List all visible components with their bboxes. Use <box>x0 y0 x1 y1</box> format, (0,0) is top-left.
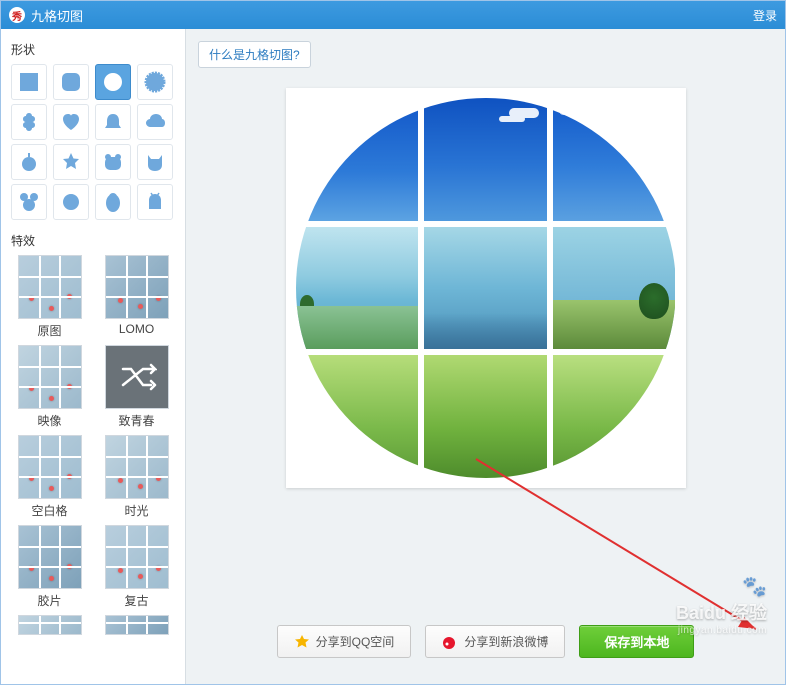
tile-2 <box>424 98 547 221</box>
effect-lomo[interactable]: LOMO <box>98 255 175 339</box>
shuffle-icon <box>117 357 157 397</box>
shape-cat[interactable] <box>137 144 173 180</box>
shape-mickey[interactable] <box>11 184 47 220</box>
tile-6 <box>553 227 676 350</box>
main-area: 什么是九格切图? <box>186 29 785 684</box>
titlebar: 秀 九格切图 登录 <box>1 1 785 29</box>
body: 形状 特效 <box>1 29 785 684</box>
shape-apple[interactable] <box>11 144 47 180</box>
preview-canvas[interactable] <box>286 88 686 488</box>
shape-bell[interactable] <box>95 104 131 140</box>
canvas-wrap <box>198 68 773 615</box>
effect-label: 空白格 <box>31 502 67 519</box>
share-qzone-label: 分享到QQ空间 <box>316 633 395 650</box>
shape-flower[interactable] <box>11 104 47 140</box>
shape-section-label: 形状 <box>11 41 175 58</box>
circle-mask <box>296 98 676 478</box>
shape-cloud[interactable] <box>137 104 173 140</box>
effect-label: 复古 <box>124 592 148 609</box>
effects-section-label: 特效 <box>11 232 175 249</box>
shape-blob[interactable] <box>53 184 89 220</box>
footer-bar: 分享到QQ空间 分享到新浪微博 保存到本地 <box>198 615 773 672</box>
tile-1 <box>296 98 419 221</box>
effect-film[interactable]: 胶片 <box>11 525 88 609</box>
tile-9 <box>553 355 676 478</box>
effect-extra-2[interactable] <box>98 615 175 635</box>
qzone-icon <box>294 634 310 650</box>
window-title: 九格切图 <box>31 6 83 25</box>
tile-5 <box>424 227 547 350</box>
app-window: 秀 九格切图 登录 形状 <box>0 0 786 685</box>
shape-star[interactable] <box>53 144 89 180</box>
shape-penguin[interactable] <box>95 184 131 220</box>
share-weibo-button[interactable]: 分享到新浪微博 <box>425 625 565 658</box>
save-local-button[interactable]: 保存到本地 <box>579 625 694 658</box>
shape-rounded-square[interactable] <box>53 64 89 100</box>
shape-bear[interactable] <box>95 144 131 180</box>
effect-label: LOMO <box>119 322 154 336</box>
effect-label: 胶片 <box>37 592 61 609</box>
shape-grid <box>11 64 175 220</box>
share-weibo-label: 分享到新浪微博 <box>464 633 548 650</box>
app-icon: 秀 <box>9 7 25 23</box>
share-qzone-button[interactable]: 分享到QQ空间 <box>277 625 412 658</box>
effect-mirror[interactable]: 映像 <box>11 345 88 429</box>
effect-time[interactable]: 时光 <box>98 435 175 519</box>
shape-android[interactable] <box>137 184 173 220</box>
help-link[interactable]: 什么是九格切图? <box>198 41 311 68</box>
tile-8 <box>424 355 547 478</box>
effect-retro[interactable]: 复古 <box>98 525 175 609</box>
effect-label: 时光 <box>124 502 148 519</box>
login-link[interactable]: 登录 <box>753 7 777 24</box>
weibo-icon <box>442 634 458 650</box>
shape-burst[interactable] <box>137 64 173 100</box>
tile-7 <box>296 355 419 478</box>
effect-original[interactable]: 原图 <box>11 255 88 339</box>
shape-square[interactable] <box>11 64 47 100</box>
tile-3 <box>553 98 676 221</box>
tile-4 <box>296 227 419 350</box>
sidebar: 形状 特效 <box>1 29 186 684</box>
effect-label: 致青春 <box>118 412 154 429</box>
effect-youth[interactable]: 致青春 <box>98 345 175 429</box>
shape-circle[interactable] <box>95 64 131 100</box>
effect-label: 原图 <box>37 322 61 339</box>
shape-heart[interactable] <box>53 104 89 140</box>
effect-extra-1[interactable] <box>11 615 88 635</box>
effect-label: 映像 <box>37 412 61 429</box>
effects-grid: 原图 LOMO 映像 致青春 空白格 <box>11 255 175 635</box>
effect-blank[interactable]: 空白格 <box>11 435 88 519</box>
nine-grid <box>296 98 676 478</box>
